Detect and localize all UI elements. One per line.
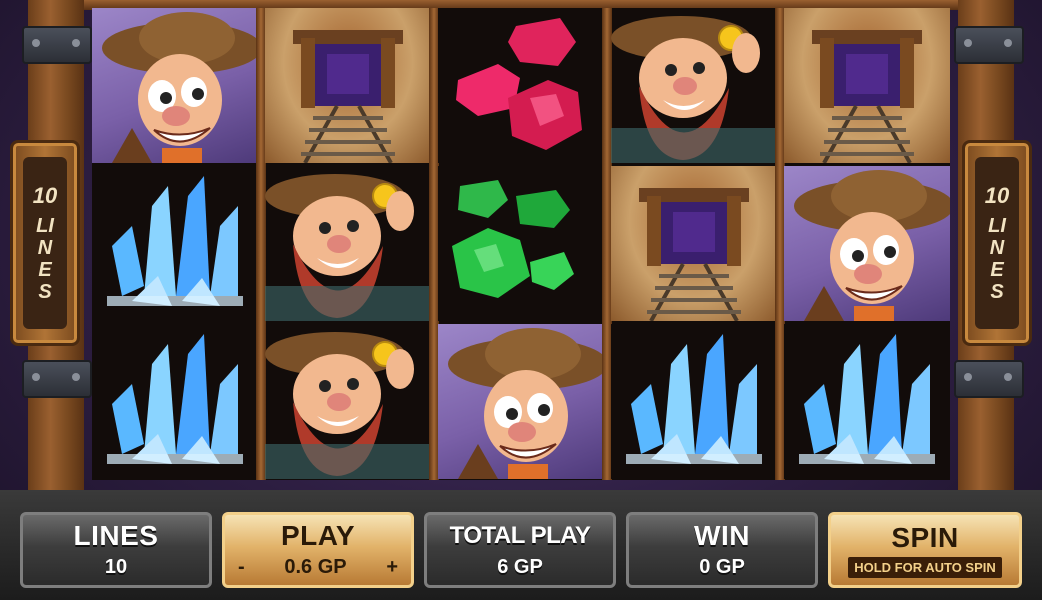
bracket (954, 360, 1024, 398)
win-display: WIN 0 GP (626, 512, 818, 588)
symbol-tunnel (784, 8, 950, 163)
play-value: 0.6 GP (284, 556, 347, 578)
symbol-crystal (611, 324, 777, 479)
lines-button[interactable]: LINES 10 (20, 512, 212, 588)
symbol-bearded-miner (611, 8, 777, 163)
play-label: PLAY (280, 520, 356, 551)
symbol-crystal (92, 166, 258, 321)
bet-decrease-button[interactable]: - (238, 556, 245, 579)
reel-window (92, 8, 950, 480)
symbol-miner (438, 324, 604, 479)
lines-label: LINES (73, 520, 159, 551)
win-value: 0 GP (699, 556, 745, 578)
bracket (22, 26, 92, 64)
reel-5 (784, 8, 950, 480)
symbol-bearded-miner (265, 166, 431, 321)
total-play-value: 6 GP (497, 556, 543, 578)
symbol-ruby (438, 8, 604, 163)
reel-4 (611, 8, 777, 480)
total-play-label: TOTAL PLAY (449, 522, 591, 549)
play-control: PLAY - 0.6 GP + (222, 512, 414, 588)
total-play-display: TOTAL PLAY 6 GP (424, 512, 616, 588)
slot-game: 10 LINES 10 LINES LINES 10 PLAY - 0.6 GP… (0, 0, 1042, 600)
symbol-crystal (92, 324, 258, 479)
plaque-number: 10 (32, 183, 58, 208)
plaque-number: 10 (984, 183, 1010, 208)
symbol-crystal (784, 324, 950, 479)
win-label: WIN (694, 520, 750, 551)
symbol-emerald (438, 166, 604, 321)
auto-spin-hint: HOLD FOR AUTO SPIN (848, 556, 1002, 578)
plaque-word: LINES (988, 215, 1006, 303)
plaque-word: LINES (36, 215, 54, 303)
bracket (22, 360, 92, 398)
lines-plaque-right: 10 LINES (962, 140, 1032, 346)
bet-increase-button[interactable]: + (386, 556, 398, 579)
symbol-tunnel (611, 166, 777, 321)
symbol-bearded-miner (265, 324, 431, 479)
reel-2 (265, 8, 431, 480)
symbol-miner (784, 166, 950, 321)
lines-plaque-left: 10 LINES (10, 140, 80, 346)
reel-1 (92, 8, 258, 480)
reel-3 (438, 8, 604, 480)
lines-value: 10 (104, 556, 128, 578)
bracket (954, 26, 1024, 64)
symbol-miner (92, 8, 258, 163)
symbol-tunnel (265, 8, 431, 163)
spin-button[interactable]: SPIN HOLD FOR AUTO SPIN (828, 512, 1022, 588)
spin-label: SPIN (891, 521, 959, 553)
